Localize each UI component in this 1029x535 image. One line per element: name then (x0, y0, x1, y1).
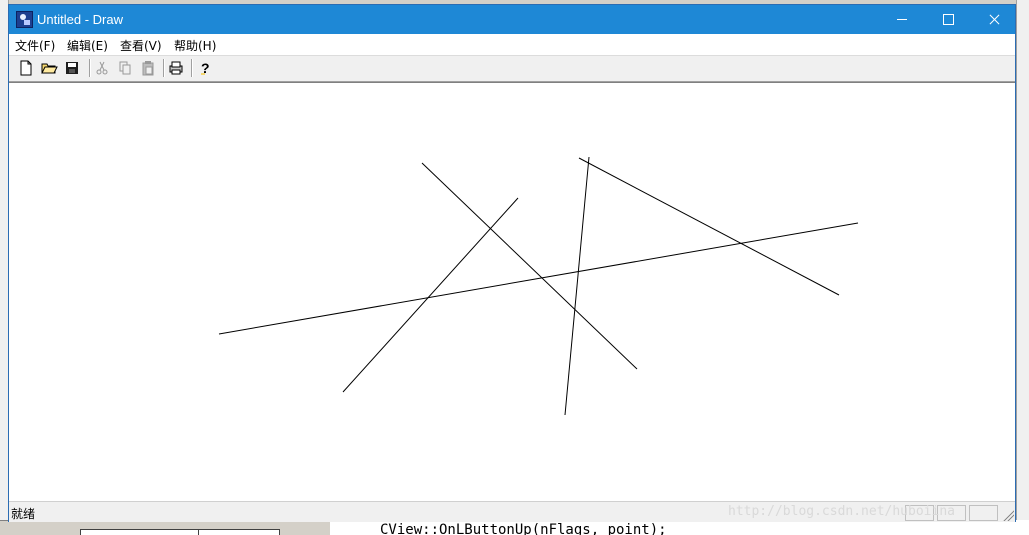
close-button[interactable] (971, 5, 1017, 34)
toolbar: ? (9, 56, 1015, 82)
toolbar-separator (163, 59, 165, 77)
background-grid-cell (80, 529, 200, 535)
watermark: http://blog.csdn.net/huboiina (728, 504, 955, 519)
toolbar-separator (191, 59, 193, 77)
print-icon[interactable] (167, 59, 185, 77)
drawing-surface (218, 156, 859, 416)
drawn-line (564, 156, 590, 416)
save-icon[interactable] (63, 59, 81, 77)
new-file-icon[interactable] (17, 59, 35, 77)
title-bar[interactable]: Untitled - Draw (9, 5, 1015, 34)
drawn-line (218, 222, 859, 335)
paste-icon[interactable] (139, 59, 157, 77)
background-code-text: CView::OnLButtonUp(nFlags, point); (380, 522, 667, 535)
background-ide-right (1016, 0, 1029, 535)
drawn-line (421, 162, 638, 370)
drawn-line (578, 157, 840, 296)
menu-help[interactable]: 帮助(H) (174, 37, 216, 54)
maximize-button[interactable] (925, 5, 971, 34)
status-text: 就绪 (11, 507, 36, 521)
status-pane (969, 505, 998, 521)
help-icon[interactable]: ? (196, 59, 214, 77)
cut-icon[interactable] (93, 59, 111, 77)
toolbar-separator (89, 59, 91, 77)
background-grid-cell (198, 529, 280, 535)
open-folder-icon[interactable] (40, 59, 58, 77)
menu-file[interactable]: 文件(F) (15, 37, 55, 54)
minimize-button[interactable] (879, 5, 925, 34)
menu-edit[interactable]: 编辑(E) (67, 37, 108, 54)
resize-grip-icon[interactable] (1002, 509, 1014, 521)
desktop: CView::OnLButtonUp(nFlags, point); Untit… (0, 0, 1029, 535)
menu-view[interactable]: 查看(V) (120, 37, 162, 54)
menu-bar: 文件(F) 编辑(E) 查看(V) 帮助(H) (9, 34, 1015, 56)
draw-window[interactable]: Untitled - Draw 文件(F) 编辑(E) 查看(V) 帮助(H) (8, 4, 1016, 522)
copy-icon[interactable] (116, 59, 134, 77)
window-title: Untitled - Draw (37, 12, 123, 27)
drawn-line (342, 197, 519, 393)
drawing-canvas[interactable] (9, 82, 1015, 501)
app-icon[interactable] (16, 11, 33, 28)
